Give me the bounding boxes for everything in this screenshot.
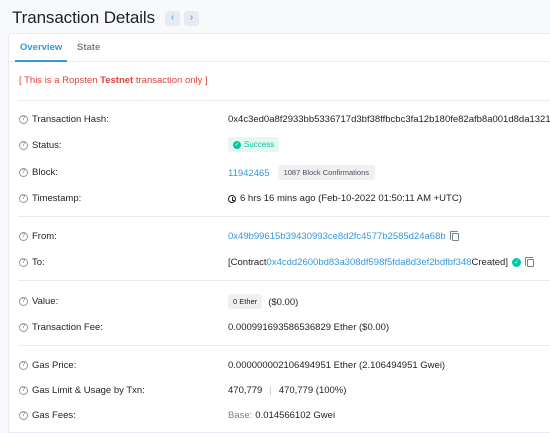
row-status: ? Status: ✓ Success	[9, 137, 550, 154]
transaction-fee-value: 0.000991693586536829 Ether ($0.00)	[228, 322, 390, 333]
clock-icon	[228, 194, 236, 203]
base-fee-label: Base:	[228, 410, 253, 421]
tab-state[interactable]: State	[77, 42, 100, 53]
tab-bar: Overview State	[9, 34, 550, 62]
row-value: ? Value: 0 Ether ($0.00)	[9, 294, 550, 310]
row-from: ? From: 0x49b99615b39430993ce8d2fc4577b25…	[9, 229, 550, 245]
divider	[18, 216, 550, 217]
tab-overview[interactable]: Overview	[20, 42, 62, 53]
divider	[18, 100, 550, 101]
gas-usage-value: 470,779 (100%)	[278, 385, 347, 396]
active-tab-indicator	[15, 60, 67, 62]
from-address-link[interactable]: 0x49b99615b39430993ce8d2fc4577b2585d24a6…	[228, 231, 446, 242]
help-icon[interactable]: ?	[19, 115, 28, 124]
transaction-card: Overview State [ This is a Ropsten Testn…	[8, 33, 550, 433]
row-gas-limit: ? Gas Limit & Usage by Txn: 470,779 | 470,7…	[9, 383, 550, 399]
base-fee-value: 0.014566102 Gwei	[255, 410, 336, 421]
verified-check-icon: ✓	[511, 258, 521, 267]
usd-value: ($0.00)	[268, 297, 299, 308]
row-timestamp: ? Timestamp: 6 hrs 16 mins ago (Feb-10-20…	[9, 191, 550, 207]
page-header: Transaction Details ‹ ›	[12, 6, 199, 30]
row-gas-price: ? Gas Price: 0.000000002106494951 Ether (…	[9, 358, 550, 374]
row-transaction-hash: ? Transaction Hash: 0x4c3ed0a8f2933bb5336…	[9, 112, 550, 128]
help-icon[interactable]: ?	[19, 141, 28, 150]
help-icon[interactable]: ?	[19, 168, 28, 177]
gas-price-value: 0.000000002106494951 Ether (2.106494951 …	[228, 360, 446, 371]
divider	[18, 345, 550, 346]
row-block: ? Block: 11942465 1087 Block Confirmations	[9, 165, 550, 181]
check-circle-icon: ✓	[233, 140, 241, 149]
copy-icon[interactable]	[524, 256, 534, 267]
help-icon[interactable]: ?	[19, 232, 28, 241]
help-icon[interactable]: ?	[19, 297, 28, 306]
help-icon[interactable]: ?	[19, 411, 28, 420]
nav-arrows: ‹ ›	[164, 10, 199, 26]
help-icon[interactable]: ?	[19, 323, 28, 332]
testnet-notice: [ This is a Ropsten Testnet transaction …	[19, 75, 208, 86]
separator: |	[269, 385, 272, 396]
copy-icon[interactable]	[449, 230, 459, 241]
row-transaction-fee: ? Transaction Fee: 0.000991693586536829 E…	[9, 320, 550, 336]
status-badge: ✓ Success	[228, 137, 280, 152]
transaction-hash: 0x4c3ed0a8f2933bb5336717d3bf38ffbcbc3fa1…	[228, 114, 550, 125]
contract-address-link[interactable]: 0x4cdd2600bd83a308df598f5fda8d3ef2bdfbf3…	[267, 257, 472, 268]
page: Transaction Details ‹ › Overview State […	[0, 0, 550, 433]
help-icon[interactable]: ?	[19, 361, 28, 370]
block-confirmations-badge: 1087 Block Confirmations	[277, 165, 376, 180]
row-to: ? To: [Contract 0x4cdd2600bd83a308df598f5…	[9, 255, 550, 271]
timestamp-value: 6 hrs 16 mins ago (Feb-10-2022 01:50:11 …	[240, 193, 462, 204]
help-icon[interactable]: ?	[19, 386, 28, 395]
page-title: Transaction Details	[12, 8, 155, 27]
help-icon[interactable]: ?	[19, 194, 28, 203]
block-number-link[interactable]: 11942465	[228, 168, 270, 179]
help-icon[interactable]: ?	[19, 258, 28, 267]
gas-limit-value: 470,779	[228, 385, 263, 396]
divider	[18, 280, 550, 281]
ether-value-badge: 0 Ether	[228, 294, 263, 309]
next-transaction-button[interactable]: ›	[183, 10, 199, 26]
row-gas-fees: ? Gas Fees: Base: 0.014566102 Gwei	[9, 408, 550, 424]
prev-transaction-button[interactable]: ‹	[164, 10, 180, 26]
